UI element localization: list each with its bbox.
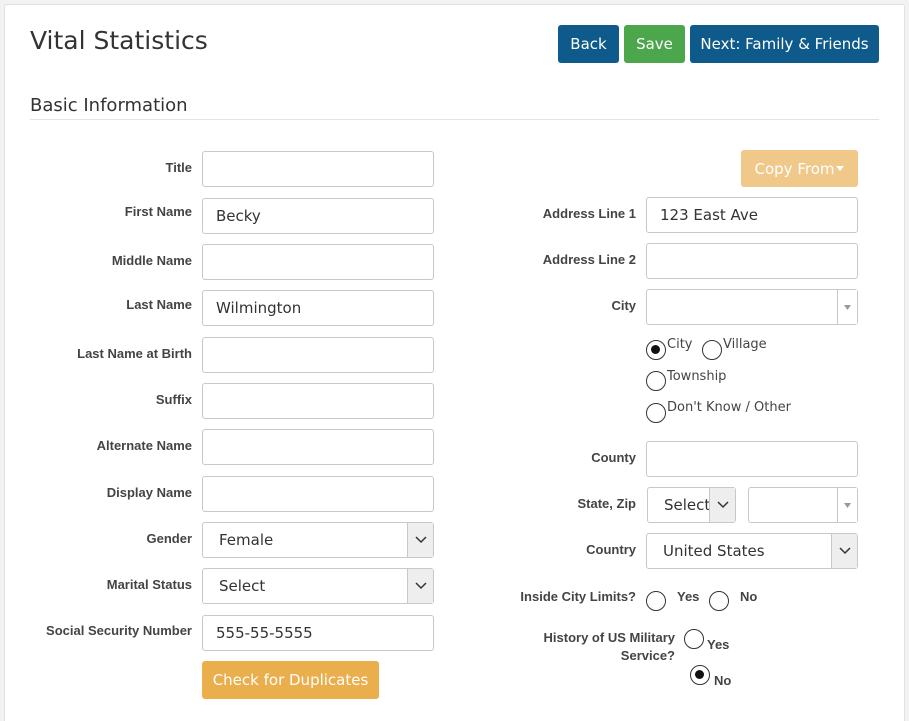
city-select[interactable] bbox=[646, 289, 858, 325]
address-line-1-label: Address Line 1 bbox=[542, 206, 636, 221]
check-for-duplicates-button[interactable]: Check for Duplicates bbox=[202, 661, 379, 699]
chevron-down-icon bbox=[407, 523, 433, 557]
copy-from-label: Copy From bbox=[754, 159, 835, 178]
copy-from-button[interactable]: Copy From bbox=[741, 150, 858, 187]
alternate-name-label: Alternate Name bbox=[96, 438, 192, 453]
last-name-label: Last Name bbox=[126, 297, 192, 312]
state-select[interactable]: Select bbox=[647, 487, 736, 523]
last-name-at-birth-label: Last Name at Birth bbox=[77, 346, 192, 361]
gender-label: Gender bbox=[146, 531, 192, 546]
save-button[interactable]: Save bbox=[624, 25, 685, 63]
page-title: Vital Statistics bbox=[30, 26, 208, 55]
military-service-label-line2: Service? bbox=[620, 648, 675, 663]
gender-select-value: Female bbox=[219, 531, 274, 549]
municipality-township-radio[interactable] bbox=[646, 371, 666, 391]
county-field[interactable] bbox=[646, 441, 858, 477]
first-name-field[interactable] bbox=[202, 198, 434, 234]
middle-name-field[interactable] bbox=[202, 244, 434, 280]
country-label: Country bbox=[586, 542, 636, 557]
military-service-label-line1: History of US Military bbox=[543, 630, 675, 645]
suffix-field[interactable] bbox=[202, 383, 434, 419]
ssn-field[interactable] bbox=[202, 615, 434, 651]
inside-city-limits-label: Inside City Limits? bbox=[520, 589, 636, 604]
caret-down-icon bbox=[837, 488, 857, 522]
municipality-village-label: Village bbox=[723, 337, 767, 352]
first-name-label: First Name bbox=[124, 204, 192, 219]
military-yes-radio[interactable] bbox=[684, 629, 704, 649]
alternate-name-field[interactable] bbox=[202, 429, 434, 465]
next-family-friends-button[interactable]: Next: Family & Friends bbox=[690, 25, 879, 63]
marital-status-select[interactable]: Select bbox=[202, 568, 434, 604]
title-field[interactable] bbox=[202, 151, 434, 187]
marital-status-label: Marital Status bbox=[106, 577, 192, 592]
inside-city-no-label: No bbox=[740, 589, 758, 604]
county-label: County bbox=[591, 450, 636, 465]
back-button[interactable]: Back bbox=[558, 25, 619, 63]
country-select-value: United States bbox=[663, 542, 765, 560]
chevron-down-icon bbox=[407, 569, 433, 603]
municipality-township-label: Township bbox=[667, 369, 727, 384]
municipality-city-radio[interactable] bbox=[646, 340, 666, 360]
address-line-1-field[interactable] bbox=[646, 197, 858, 233]
display-name-label: Display Name bbox=[106, 485, 192, 500]
gender-select[interactable]: Female bbox=[202, 522, 434, 558]
suffix-label: Suffix bbox=[155, 392, 192, 407]
middle-name-label: Middle Name bbox=[111, 253, 192, 268]
zip-select[interactable] bbox=[748, 487, 858, 523]
chevron-down-icon bbox=[831, 534, 857, 568]
address-line-2-label: Address Line 2 bbox=[542, 252, 636, 267]
last-name-at-birth-field[interactable] bbox=[202, 337, 434, 373]
last-name-field[interactable] bbox=[202, 290, 434, 326]
display-name-field[interactable] bbox=[202, 476, 434, 512]
municipality-village-radio[interactable] bbox=[702, 340, 722, 360]
section-divider bbox=[30, 119, 879, 120]
chevron-down-icon bbox=[709, 488, 735, 522]
state-zip-label: State, Zip bbox=[577, 496, 636, 511]
marital-status-select-value: Select bbox=[219, 577, 266, 595]
inside-city-yes-label: Yes bbox=[677, 589, 700, 604]
military-yes-label: Yes bbox=[707, 637, 730, 652]
state-select-value: Select bbox=[664, 496, 711, 514]
address-line-2-field[interactable] bbox=[646, 243, 858, 279]
ssn-label: Social Security Number bbox=[46, 623, 192, 638]
municipality-city-label: City bbox=[667, 337, 693, 352]
municipality-other-label: Don't Know / Other bbox=[667, 400, 791, 415]
city-label: City bbox=[611, 298, 636, 313]
military-no-label: No bbox=[714, 673, 732, 688]
caret-down-icon bbox=[837, 290, 857, 324]
military-no-radio[interactable] bbox=[690, 665, 710, 685]
country-select[interactable]: United States bbox=[646, 533, 858, 569]
caret-down-icon bbox=[836, 166, 845, 171]
title-label: Title bbox=[165, 160, 193, 175]
inside-city-no-radio[interactable] bbox=[709, 591, 729, 611]
section-title: Basic Information bbox=[30, 95, 188, 116]
inside-city-yes-radio[interactable] bbox=[646, 591, 666, 611]
municipality-other-radio[interactable] bbox=[646, 403, 666, 423]
